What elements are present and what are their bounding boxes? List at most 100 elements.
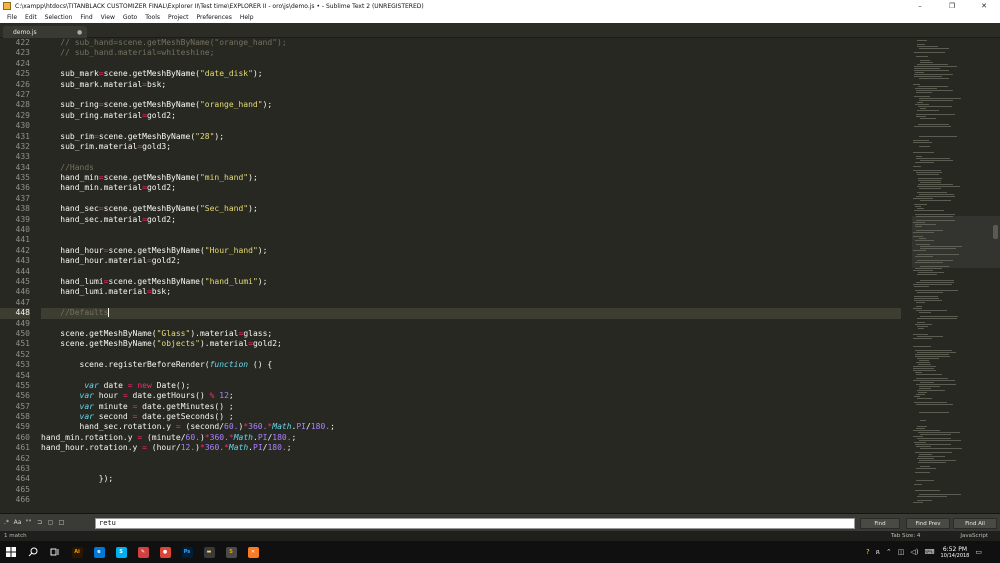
- code-line[interactable]: [41, 350, 901, 360]
- scrollbar-thumb[interactable]: [993, 225, 998, 239]
- code-line[interactable]: hand_lumi=scene.getMeshByName("hand_lumi…: [41, 277, 901, 287]
- in-selection-option-icon[interactable]: ▢: [46, 518, 55, 527]
- code-token: (minute/: [142, 432, 186, 442]
- case-sensitive-option-icon[interactable]: Aa: [13, 518, 22, 527]
- chevron-up-icon[interactable]: ⌃: [886, 548, 892, 556]
- code-line[interactable]: [41, 121, 901, 131]
- skype-icon[interactable]: S: [110, 541, 132, 563]
- code-line[interactable]: [41, 194, 901, 204]
- menu-tools[interactable]: Tools: [141, 14, 164, 21]
- find-input[interactable]: retu: [95, 518, 855, 529]
- chrome-icon[interactable]: ●: [154, 541, 176, 563]
- people-icon[interactable]: ጸ: [876, 548, 880, 557]
- regex-option-icon[interactable]: .*: [2, 518, 11, 527]
- status-syntax[interactable]: JavaScript: [960, 533, 1000, 539]
- code-line[interactable]: var minute = date.getMinutes() ;: [41, 402, 901, 412]
- code-line[interactable]: hand_min.material=gold2;: [41, 183, 901, 193]
- code-line[interactable]: sub_ring=scene.getMeshByName("orange_han…: [41, 100, 901, 110]
- code-line[interactable]: hand_min=scene.getMeshByName("min_hand")…: [41, 173, 901, 183]
- code-line[interactable]: [41, 225, 901, 235]
- code-line[interactable]: hand_hour.rotation.y = (hour/12.)*360.*M…: [41, 443, 901, 453]
- maximize-icon[interactable]: ❐: [936, 0, 968, 12]
- code-line[interactable]: [41, 495, 901, 505]
- code-line[interactable]: hand_sec.material=gold2;: [41, 215, 901, 225]
- find-button[interactable]: Find: [860, 518, 900, 529]
- menu-edit[interactable]: Edit: [21, 14, 41, 21]
- code-line[interactable]: var second = date.getSeconds() ;: [41, 412, 901, 422]
- sublime-icon[interactable]: S: [220, 541, 242, 563]
- code-line[interactable]: scene.getMeshByName("objects").material=…: [41, 339, 901, 349]
- status-tab-size[interactable]: Tab Size: 4: [891, 533, 932, 539]
- clock[interactable]: 6:52 PM 10/14/2018: [941, 546, 970, 559]
- wrap-option-icon[interactable]: ⊐: [35, 518, 44, 527]
- keyboard-icon[interactable]: ⌨: [924, 548, 934, 556]
- code-line[interactable]: [41, 319, 901, 329]
- code-line[interactable]: // sub_hand=scene.getMeshByName("orange_…: [41, 38, 901, 48]
- task-view-icon[interactable]: [44, 541, 66, 563]
- network-icon[interactable]: ◫: [898, 548, 905, 556]
- xampp-icon[interactable]: ✕: [242, 541, 264, 563]
- code-line[interactable]: hand_sec=scene.getMeshByName("Sec_hand")…: [41, 204, 901, 214]
- menu-project[interactable]: Project: [164, 14, 193, 21]
- code-line[interactable]: [41, 298, 901, 308]
- code-line[interactable]: var hour = date.getHours() % 12;: [41, 391, 901, 401]
- tab-demo-js[interactable]: demo.js ●: [3, 26, 87, 38]
- code-line[interactable]: [41, 235, 901, 245]
- code-line[interactable]: sub_mark=scene.getMeshByName("date_disk"…: [41, 69, 901, 79]
- highlight-matches-option-icon[interactable]: □: [57, 518, 66, 527]
- help-circle-icon[interactable]: ?: [866, 548, 870, 556]
- code-line[interactable]: hand_lumi.material=bsk;: [41, 287, 901, 297]
- code-line[interactable]: scene.getMeshByName("Glass").material=gl…: [41, 329, 901, 339]
- volume-icon[interactable]: ◁): [910, 548, 918, 556]
- minimap[interactable]: [910, 38, 1000, 507]
- code-line[interactable]: [41, 485, 901, 495]
- menu-selection[interactable]: Selection: [41, 14, 77, 21]
- minimap-line: [916, 362, 930, 363]
- menu-view[interactable]: View: [97, 14, 119, 21]
- photoshop-icon[interactable]: Ps: [176, 541, 198, 563]
- find-prev-button[interactable]: Find Prev: [906, 518, 950, 529]
- code-line[interactable]: hand_sec.rotation.y = (second/60.)*360.*…: [41, 422, 901, 432]
- edge-icon[interactable]: e: [88, 541, 110, 563]
- notifications-icon[interactable]: ▭: [975, 548, 982, 556]
- code-line[interactable]: [41, 59, 901, 69]
- windows-start-icon[interactable]: [0, 541, 22, 563]
- code-line[interactable]: scene.registerBeforeRender(function () {: [41, 360, 901, 370]
- code-line[interactable]: //Hands: [41, 163, 901, 173]
- code-line[interactable]: [41, 464, 901, 474]
- menu-goto[interactable]: Goto: [119, 14, 141, 21]
- code-line[interactable]: [41, 152, 901, 162]
- code-line[interactable]: hand_hour=scene.getMeshByName("Hour_hand…: [41, 246, 901, 256]
- file-explorer-icon[interactable]: ▬: [198, 541, 220, 563]
- code-line[interactable]: [41, 454, 901, 464]
- code-line[interactable]: // sub_hand.material=whiteshine;: [41, 48, 901, 58]
- close-icon[interactable]: ✕: [968, 0, 1000, 12]
- code-line[interactable]: [41, 90, 901, 100]
- search-icon[interactable]: [22, 541, 44, 563]
- menu-find[interactable]: Find: [76, 14, 96, 21]
- code-line[interactable]: sub_rim=scene.getMeshByName("28");: [41, 132, 901, 142]
- minimap-line: [913, 370, 936, 371]
- menu-preferences[interactable]: Preferences: [193, 14, 236, 21]
- code-line[interactable]: sub_mark.material=bsk;: [41, 80, 901, 90]
- code-line[interactable]: [41, 371, 901, 381]
- code-editor[interactable]: 422 423 424 425 426 427 428 429 430 431 432 433 434 4…: [0, 38, 910, 507]
- find-all-button[interactable]: Find All: [953, 518, 997, 529]
- minimize-icon[interactable]: –: [904, 0, 936, 12]
- code-line[interactable]: hand_hour.material=gold2;: [41, 256, 901, 266]
- code-line[interactable]: //Defaults: [41, 308, 901, 319]
- code-line[interactable]: hand_min.rotation.y = (minute/60.)*360.*…: [41, 433, 901, 443]
- menu-help[interactable]: Help: [236, 14, 258, 21]
- clock-date: 10/14/2018: [940, 552, 970, 559]
- unsaved-dot-icon[interactable]: ●: [77, 29, 87, 36]
- paint-icon[interactable]: ✎: [132, 541, 154, 563]
- code-line[interactable]: [41, 267, 901, 277]
- code-line[interactable]: var date = new Date();: [41, 381, 901, 391]
- whole-word-option-icon[interactable]: "": [24, 518, 33, 527]
- illustrator-icon[interactable]: Ai: [66, 541, 88, 563]
- code-line[interactable]: sub_rim.material=gold3;: [41, 142, 901, 152]
- code-line[interactable]: sub_ring.material=gold2;: [41, 111, 901, 121]
- menu-file[interactable]: File: [3, 14, 21, 21]
- code-area[interactable]: // sub_hand=scene.getMeshByName("orange_…: [41, 38, 901, 507]
- code-line[interactable]: });: [41, 474, 901, 484]
